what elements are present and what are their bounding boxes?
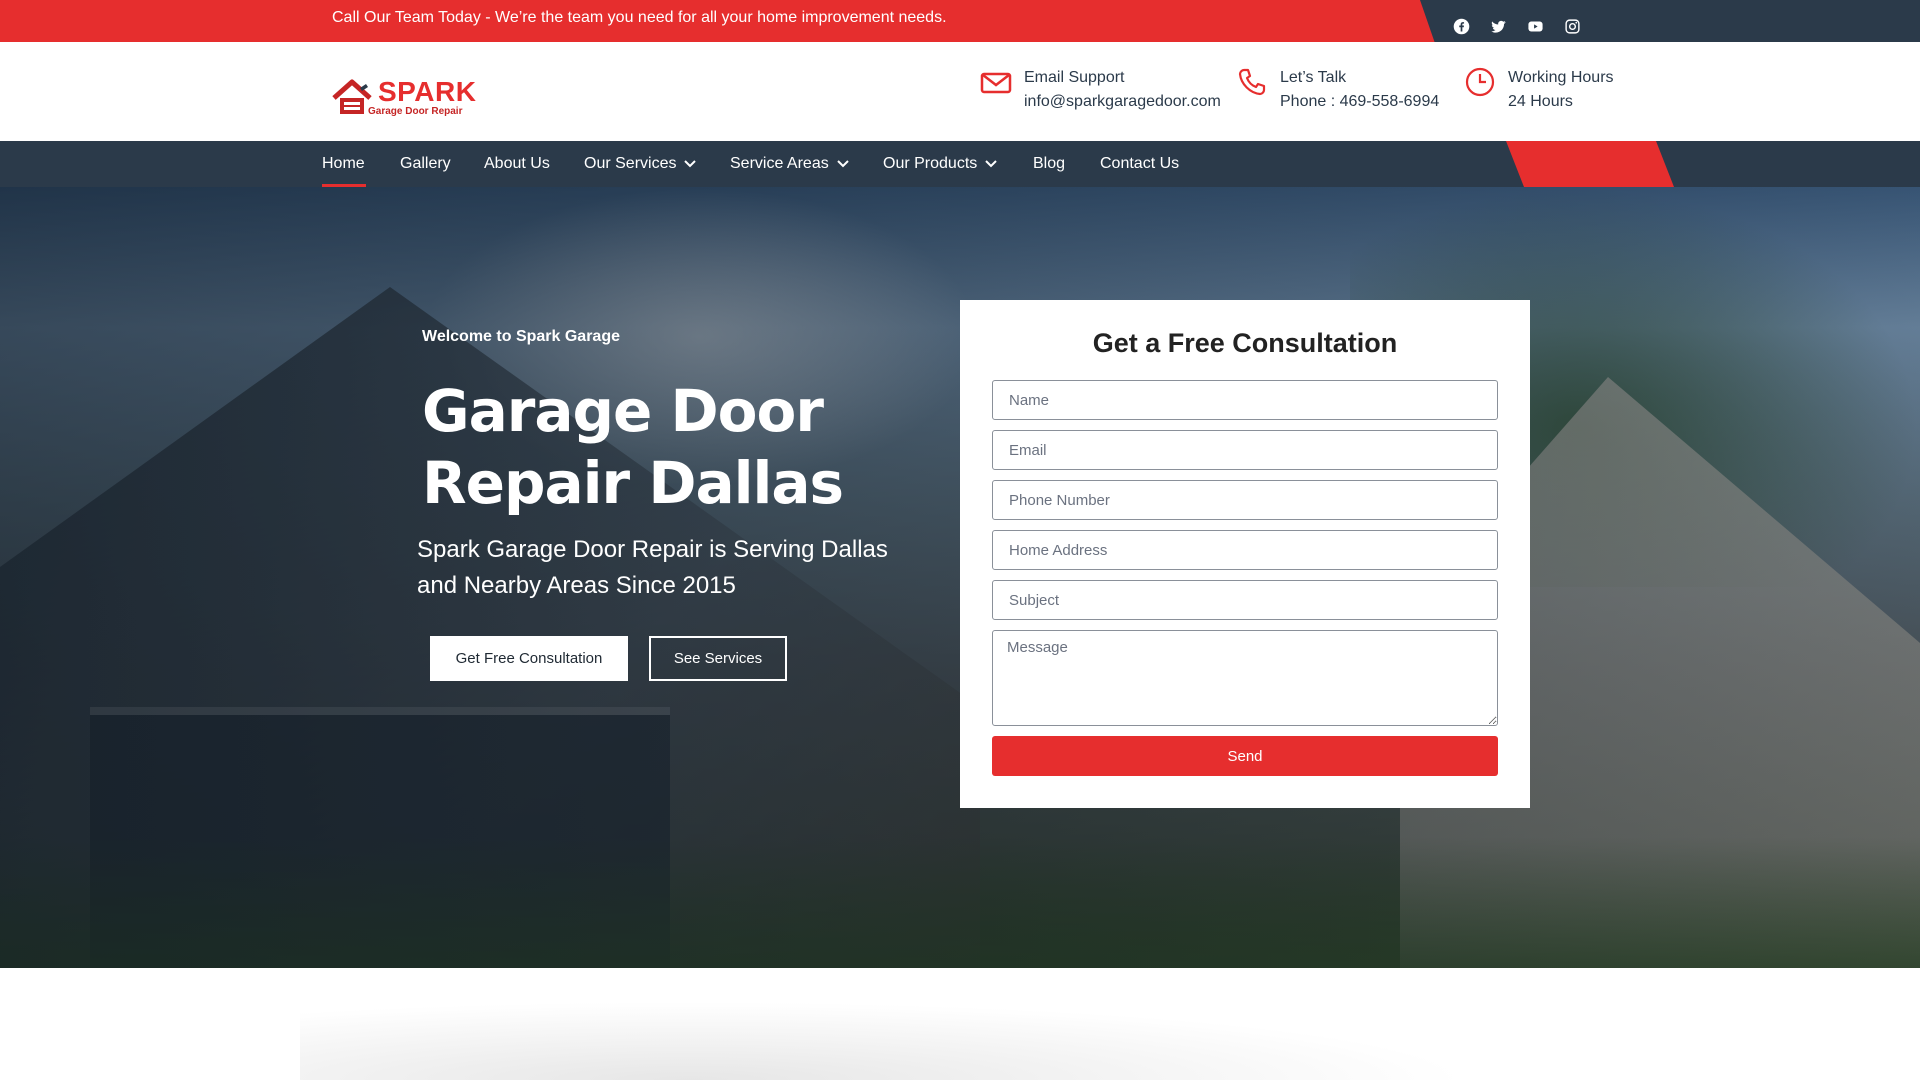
nav-blog[interactable]: Blog xyxy=(1033,141,1065,187)
nav-service-areas-label: Service Areas xyxy=(730,155,829,172)
nav-our-services[interactable]: Our Services xyxy=(584,141,697,187)
working-hours-block: Working Hours 24 Hours xyxy=(1464,66,1614,114)
nav-our-products[interactable]: Our Products xyxy=(883,141,997,187)
next-section-image-fade xyxy=(300,988,1600,1080)
logo-tagline: Garage Door Repair xyxy=(368,106,463,117)
site-header: SPARK Garage Door Repair Email Support i… xyxy=(0,42,1920,141)
nav-our-services-label: Our Services xyxy=(584,155,677,172)
phone-icon xyxy=(1236,66,1268,98)
nav-home[interactable]: Home xyxy=(322,141,365,187)
logo-wordmark: SPARK xyxy=(378,76,477,107)
see-services-button[interactable]: See Services xyxy=(649,636,787,681)
nav-our-products-label: Our Products xyxy=(883,155,978,172)
chevron-down-icon xyxy=(985,160,997,168)
site-logo[interactable]: SPARK Garage Door Repair xyxy=(330,76,476,120)
next-section xyxy=(0,968,1920,1080)
get-free-consultation-button[interactable]: Get Free Consultation xyxy=(430,636,628,681)
name-field[interactable] xyxy=(992,380,1498,420)
phone-title: Let’s Talk xyxy=(1280,69,1347,86)
phone-number[interactable]: Phone : 469-558-6994 xyxy=(1280,90,1439,114)
phone-block: Let’s Talk Phone : 469-558-6994 xyxy=(1236,66,1439,114)
email-support-address[interactable]: info@sparkgaragedoor.com xyxy=(1024,90,1221,114)
phone-number-field[interactable] xyxy=(992,480,1498,520)
youtube-icon[interactable] xyxy=(1524,15,1546,37)
hero-title: Garage Door Repair Dallas xyxy=(422,377,844,517)
consultation-form-title: Get a Free Consultation xyxy=(1092,328,1398,358)
home-address-field[interactable] xyxy=(992,530,1498,570)
email-field[interactable] xyxy=(992,430,1498,470)
top-bar-message: Call Our Team Today - We’re the team you… xyxy=(332,9,947,26)
working-hours-title: Working Hours xyxy=(1508,69,1614,86)
nav-gallery[interactable]: Gallery xyxy=(400,141,451,187)
chevron-down-icon xyxy=(837,160,849,168)
envelope-icon xyxy=(980,66,1012,98)
hero-welcome: Welcome to Spark Garage xyxy=(422,328,620,345)
facebook-icon[interactable] xyxy=(1450,15,1472,37)
send-button[interactable]: Send xyxy=(992,736,1498,776)
chevron-down-icon xyxy=(684,160,697,168)
working-hours-value: 24 Hours xyxy=(1508,93,1573,110)
hero-subtitle: Spark Garage Door Repair is Serving Dall… xyxy=(417,536,888,599)
clock-icon xyxy=(1464,66,1496,98)
nav-contact-us[interactable]: Contact Us xyxy=(1100,141,1179,187)
subject-field[interactable] xyxy=(992,580,1498,620)
message-field[interactable] xyxy=(992,630,1498,726)
twitter-icon[interactable] xyxy=(1487,15,1509,37)
nav-about-us[interactable]: About Us xyxy=(484,141,550,187)
nav-service-areas[interactable]: Service Areas xyxy=(730,141,849,187)
consultation-form: Get a Free Consultation Send xyxy=(960,300,1530,808)
email-support-title: Email Support xyxy=(1024,69,1125,86)
hero-section: Welcome to Spark Garage Garage Door Repa… xyxy=(0,187,1920,968)
email-support-block: Email Support info@sparkgaragedoor.com xyxy=(980,66,1221,114)
instagram-icon[interactable] xyxy=(1561,15,1583,37)
nav-red-accent xyxy=(1506,141,1674,187)
